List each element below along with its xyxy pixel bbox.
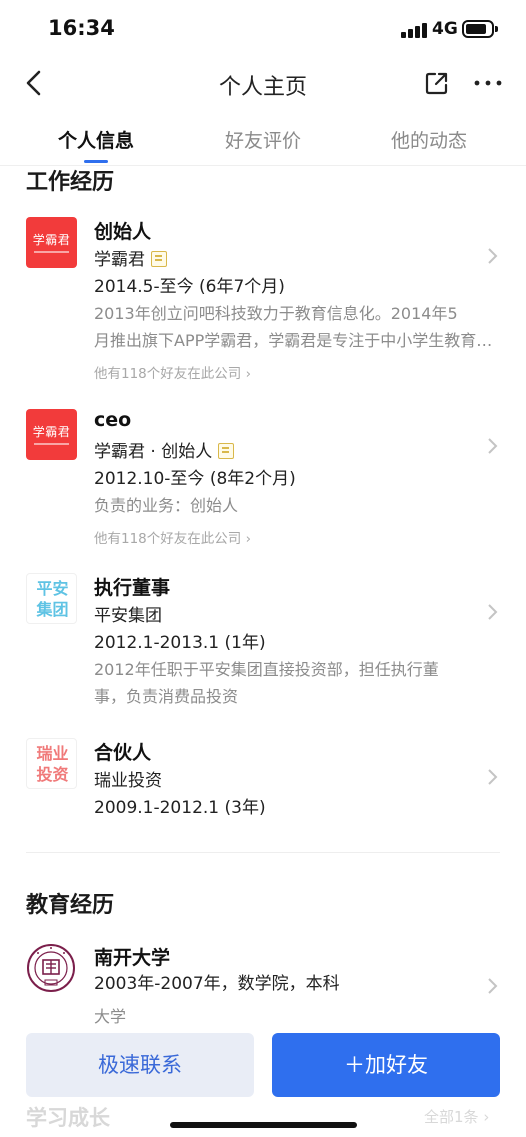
friends-at-company-link[interactable]: 他有118个好友在此公司 › [94,527,251,547]
education-item[interactable]: 南开大学 2003年-2007年，数学院，本科 大学 [0,943,526,1033]
friends-at-company-link[interactable]: 他有118个好友在此公司 › [94,362,251,382]
company-logo: 学霸君 [26,409,77,460]
education-type: 大学 [94,1007,127,1026]
job-description: 负责的业务：创始人 [94,496,239,515]
work-section-title: 工作经历 [26,170,115,195]
chevron-right-icon [488,978,498,994]
company-name: 学霸君 · 创始人 [94,437,235,462]
education-detail: 2003年-2007年，数学院，本科 [94,974,340,994]
chevron-right-icon [488,604,498,620]
job-description: 2013年创立问吧科技致力于教育信息化。2014年5 月推出旗下APP学霸君，学… [94,304,502,350]
company-logo: 瑞业 投资 [26,738,77,789]
tab-friend-reviews[interactable]: 好友评价 [183,126,343,153]
employment-period: 2014.5-至今 (6年7个月) [94,277,285,297]
university-seal-icon [27,944,75,992]
add-friend-button[interactable]: ＋加好友 [272,1033,500,1097]
share-icon[interactable] [424,70,450,96]
home-indicator [170,1122,357,1128]
section-divider [26,852,500,853]
company-logo: 学霸君 [26,217,77,268]
verified-icon [218,443,235,459]
position-title: ceo [94,409,132,431]
position-title: 合伙人 [94,742,152,764]
signal-icon [401,22,427,38]
company-name: 平安集团 [94,606,162,626]
tab-bar: 个人信息 好友评价 他的动态 [0,120,526,166]
employment-period: 2009.1-2012.1 (3年) [94,798,266,818]
tab-personal-info[interactable]: 个人信息 [16,126,176,153]
more-icon[interactable] [472,70,504,96]
employment-period: 2012.10-至今 (8年2个月) [94,469,296,489]
experience-item[interactable]: 瑞业 投资 合伙人 瑞业投资 2009.1-2012.1 (3年) [0,738,526,828]
status-bar: 16:34 4G [0,0,526,60]
chevron-right-icon [488,248,498,264]
experience-item[interactable]: 平安 集团 执行董事 平安集团 2012.1-2013.1 (1年) 2012年任… [0,573,526,713]
battery-icon [462,20,498,38]
education-section-title: 教育经历 [26,893,115,918]
position-title: 执行董事 [94,577,171,599]
company-name: 瑞业投资 [94,771,162,791]
quick-contact-button[interactable]: 极速联系 [26,1033,254,1097]
active-tab-indicator [84,160,108,163]
company-name: 学霸君 [94,245,167,270]
chevron-right-icon [488,438,498,454]
verified-icon [151,251,167,267]
tab-activity[interactable]: 他的动态 [349,126,509,153]
view-all-link[interactable]: 全部1条 › [424,1106,489,1127]
status-time: 16:34 [48,16,115,40]
chevron-right-icon [488,769,498,785]
nav-bar: 个人主页 [0,60,526,106]
job-description: 2012年任职于平安集团直接投资部，担任执行董 事，负责消费品投资 [94,660,439,706]
experience-item[interactable]: 学霸君 ceo 学霸君 · 创始人 2012.10-至今 (8年2个月) 负责的… [0,409,526,549]
learning-section-title: 学习成长 [26,1106,110,1130]
experience-item[interactable]: 学霸君 创始人 学霸君 2014.5-至今 (6年7个月) 2013年创立问吧科… [0,217,526,387]
employment-period: 2012.1-2013.1 (1年) [94,633,266,653]
school-name: 南开大学 [94,947,171,969]
position-title: 创始人 [94,221,152,243]
network-label: 4G [432,19,458,39]
back-icon[interactable] [22,68,48,98]
company-logo: 平安 集团 [26,573,77,624]
